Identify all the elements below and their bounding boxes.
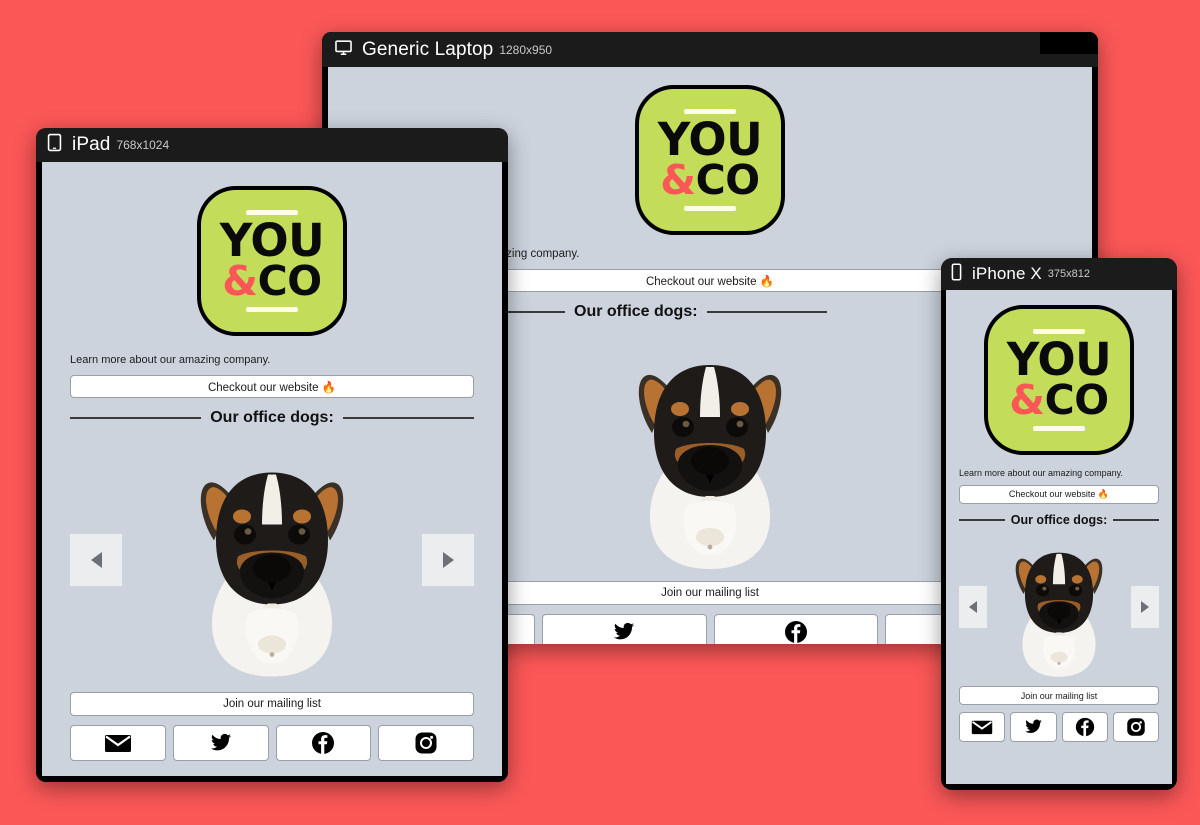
logo-text-you: YOU bbox=[219, 213, 325, 267]
logo-text-co: &CO bbox=[222, 261, 322, 302]
device-dimensions-ipad: 768x1024 bbox=[116, 138, 170, 152]
device-title-iphone: iPhone X bbox=[972, 264, 1042, 283]
device-title-laptop: Generic Laptop bbox=[362, 38, 494, 60]
logo-rule-bottom bbox=[246, 307, 298, 313]
facebook-icon bbox=[784, 621, 807, 643]
heading-rule-right bbox=[342, 417, 474, 419]
logo-text-co: &CO bbox=[660, 160, 760, 201]
social-button-facebook[interactable] bbox=[275, 725, 372, 761]
monitor-icon bbox=[334, 38, 353, 62]
logo-rule-bottom bbox=[1033, 426, 1085, 432]
logo-text-co-word: CO bbox=[257, 257, 323, 306]
twitter-icon bbox=[210, 733, 231, 751]
social-button-instagram[interactable] bbox=[1112, 712, 1159, 742]
viewport-ipad[interactable]: YOU &CO Learn more about our amazing com… bbox=[42, 162, 502, 776]
instagram-icon bbox=[1127, 718, 1145, 736]
logo-rule-bottom bbox=[684, 206, 736, 212]
logo-text-co-word: CO bbox=[695, 156, 761, 205]
social-links-row bbox=[70, 725, 474, 761]
join-mailing-list-button[interactable]: Join our mailing list bbox=[959, 686, 1159, 705]
device-header-laptop: Generic Laptop 1280x950 bbox=[322, 32, 1098, 67]
email-icon bbox=[104, 735, 131, 752]
heading-rule-left bbox=[959, 519, 1005, 521]
checkout-website-button[interactable]: Checkout our website 🔥 bbox=[959, 485, 1159, 504]
social-button-instagram[interactable] bbox=[378, 725, 474, 761]
social-button-twitter[interactable] bbox=[541, 614, 707, 644]
heading-rule-right bbox=[1113, 519, 1159, 521]
carousel-prev-button[interactable] bbox=[70, 533, 122, 586]
office-dogs-heading: Our office dogs: bbox=[70, 409, 474, 427]
checkout-website-button[interactable]: Checkout our website 🔥 bbox=[70, 375, 474, 398]
laptop-corner-block bbox=[1040, 32, 1098, 54]
tablet-icon bbox=[46, 133, 63, 157]
logo-text-co: &CO bbox=[1009, 380, 1109, 421]
social-button-twitter[interactable] bbox=[1010, 712, 1057, 742]
social-button-email[interactable] bbox=[959, 712, 1006, 742]
twitter-icon bbox=[614, 622, 635, 640]
office-dogs-heading-text: Our office dogs: bbox=[1010, 513, 1108, 527]
social-button-facebook[interactable] bbox=[1061, 712, 1108, 742]
dog-photo bbox=[638, 365, 782, 569]
facebook-icon bbox=[1075, 717, 1094, 737]
twitter-icon bbox=[1025, 719, 1042, 734]
dog-carousel[interactable] bbox=[70, 438, 474, 681]
social-button-twitter[interactable] bbox=[172, 725, 269, 761]
logo-text-you: YOU bbox=[1006, 332, 1112, 386]
instagram-icon bbox=[415, 732, 437, 754]
social-button-email[interactable] bbox=[70, 725, 166, 761]
device-dimensions-iphone: 375x812 bbox=[1047, 268, 1091, 280]
join-mailing-list-button[interactable]: Join our mailing list bbox=[70, 692, 474, 716]
chevron-left-icon bbox=[969, 600, 977, 613]
logo-text-co-word: CO bbox=[1044, 376, 1110, 425]
tagline-text: Learn more about our amazing company. bbox=[70, 354, 271, 366]
logo-ampersand: & bbox=[660, 156, 696, 205]
logo-wrapper: YOU &CO bbox=[70, 186, 474, 336]
social-button-facebook[interactable] bbox=[713, 614, 879, 644]
chevron-right-icon bbox=[1141, 600, 1149, 613]
heading-rule-left bbox=[70, 417, 202, 419]
device-frame-ipad[interactable]: iPad 768x1024 YOU &CO Learn more about o… bbox=[36, 128, 508, 782]
dog-photo bbox=[200, 472, 344, 677]
preview-stage: Generic Laptop 1280x950 YOU &CO Learn mo… bbox=[0, 0, 1200, 825]
brand-logo: YOU &CO bbox=[635, 85, 785, 235]
brand-logo: YOU &CO bbox=[984, 305, 1134, 455]
dog-carousel[interactable] bbox=[959, 535, 1159, 678]
carousel-next-button[interactable] bbox=[1131, 585, 1159, 628]
social-links-row bbox=[959, 712, 1159, 742]
tagline-text: Learn more about our amazing company. bbox=[959, 468, 1123, 478]
office-dogs-heading-text: Our office dogs: bbox=[210, 409, 334, 426]
brand-logo: YOU &CO bbox=[197, 186, 347, 336]
heading-rule-right bbox=[706, 311, 827, 313]
logo-wrapper: YOU &CO bbox=[959, 305, 1159, 455]
logo-text-you: YOU bbox=[657, 112, 763, 166]
dog-photo bbox=[1015, 552, 1103, 677]
device-header-ipad: iPad 768x1024 bbox=[36, 128, 508, 162]
office-dogs-heading-text: Our office dogs: bbox=[574, 303, 698, 320]
viewport-iphone[interactable]: YOU &CO Learn more about our amazing com… bbox=[946, 290, 1172, 784]
logo-ampersand: & bbox=[1009, 376, 1045, 425]
device-frame-iphone[interactable]: iPhone X 375x812 YOU &CO Learn more abou… bbox=[941, 258, 1177, 790]
email-icon bbox=[971, 720, 993, 735]
chevron-left-icon bbox=[90, 551, 102, 568]
logo-ampersand: & bbox=[222, 257, 258, 306]
carousel-next-button[interactable] bbox=[422, 533, 474, 586]
facebook-icon bbox=[312, 732, 335, 754]
device-header-iphone: iPhone X 375x812 bbox=[941, 258, 1177, 290]
office-dogs-heading: Our office dogs: bbox=[959, 513, 1159, 527]
chevron-right-icon bbox=[442, 551, 454, 568]
phone-icon bbox=[950, 262, 963, 286]
carousel-prev-button[interactable] bbox=[959, 585, 987, 628]
device-dimensions-laptop: 1280x950 bbox=[499, 42, 553, 57]
device-title-ipad: iPad bbox=[72, 134, 111, 155]
